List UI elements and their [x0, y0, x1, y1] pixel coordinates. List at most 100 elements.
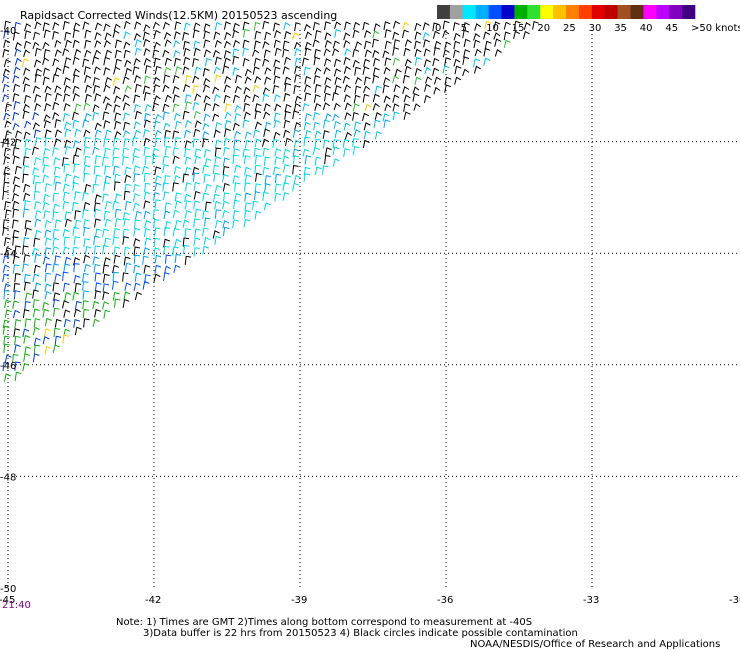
wind-barb: [463, 38, 471, 48]
wind-barbs: [2, 20, 539, 382]
wind-barb: [294, 41, 301, 50]
wind-barb: [384, 103, 392, 112]
wind-barb: [43, 328, 51, 337]
wind-barb: [224, 111, 232, 120]
wind-barb: [172, 209, 180, 218]
wind-barb: [474, 48, 482, 57]
wind-barb: [133, 254, 141, 264]
wind-barb: [302, 57, 309, 67]
wind-barb: [103, 67, 111, 76]
wind-barb: [284, 82, 292, 92]
wind-barb: [34, 181, 42, 191]
wind-barb: [24, 23, 32, 32]
wind-barb: [393, 84, 401, 93]
wind-barb: [122, 235, 130, 245]
wind-barb: [184, 156, 192, 165]
wind-barb: [113, 104, 121, 113]
wind-barb: [433, 86, 441, 95]
wind-barb: [113, 173, 121, 183]
wind-barb: [102, 283, 110, 293]
wind-barb: [132, 66, 140, 75]
wind-barb: [52, 298, 60, 308]
wind-barb: [223, 21, 231, 30]
wind-barb: [44, 247, 52, 257]
wind-barb: [82, 119, 90, 128]
wind-barb: [342, 138, 350, 148]
wind-barb: [392, 46, 400, 56]
wind-barb: [204, 57, 212, 67]
latitude-tick-label: -40: [0, 26, 16, 37]
wind-barb: [374, 85, 382, 94]
wind-barb: [23, 353, 30, 362]
wind-barb: [222, 209, 230, 219]
wind-barb: [303, 66, 311, 76]
wind-barb: [143, 24, 151, 32]
wind-barb: [92, 183, 99, 194]
wind-barb: [83, 254, 91, 264]
wind-barb: [63, 85, 71, 93]
wind-barb: [494, 38, 502, 47]
wind-barb: [223, 226, 230, 236]
wind-barb: [424, 83, 431, 92]
wind-barb: [392, 31, 400, 40]
wind-barb: [124, 59, 132, 67]
wind-barb: [243, 28, 250, 38]
wind-barb: [34, 229, 42, 238]
wind-barb: [243, 155, 251, 165]
wind-barb: [83, 238, 90, 248]
legend-swatch: [488, 5, 502, 19]
wind-barb: [22, 156, 30, 166]
wind-barb: [184, 148, 191, 158]
wind-barb: [424, 66, 432, 75]
wind-barb: [332, 92, 339, 101]
wind-barb: [223, 40, 231, 49]
wind-barb: [193, 190, 201, 200]
wind-barb: [122, 299, 130, 308]
wind-barb: [372, 38, 379, 48]
wind-barb: [132, 155, 139, 164]
legend-swatch: [656, 5, 670, 19]
wind-barb: [42, 308, 50, 318]
wind-barb: [92, 77, 100, 86]
wind-barb: [94, 129, 102, 138]
wind-barb: [14, 57, 22, 66]
wind-barb: [403, 111, 411, 120]
wind-barb: [102, 193, 109, 203]
wind-barb: [33, 190, 40, 201]
wind-barb: [34, 218, 42, 228]
wind-barb: [23, 192, 31, 202]
wind-barb: [54, 138, 62, 147]
wind-barb: [444, 84, 452, 93]
wind-barb: [42, 201, 50, 211]
wind-barb: [414, 48, 422, 57]
wind-barb: [324, 32, 332, 40]
wind-barb: [122, 76, 130, 85]
wind-barb: [2, 68, 10, 77]
wind-barb: [14, 319, 22, 328]
wind-barb: [44, 237, 52, 246]
legend-swatch: [591, 5, 605, 19]
wind-barb: [362, 139, 370, 149]
wind-barb: [113, 86, 121, 95]
wind-barb: [333, 58, 341, 67]
wind-barb: [154, 129, 162, 138]
wind-barb: [203, 236, 211, 246]
wind-barb: [154, 166, 162, 176]
wind-barb: [344, 84, 352, 92]
wind-barb: [15, 130, 22, 139]
wind-barb: [102, 96, 110, 104]
wind-barb: [173, 31, 181, 40]
wind-barb: [4, 309, 12, 318]
wind-barb: [324, 155, 331, 165]
wind-barb: [232, 219, 239, 229]
wind-barb: [122, 94, 130, 102]
wind-barb: [314, 156, 322, 166]
wind-barb: [12, 146, 20, 156]
wind-barb: [232, 29, 240, 39]
wind-barb: [343, 66, 351, 74]
wind-barb: [362, 112, 370, 122]
wind-barb: [143, 210, 151, 219]
wind-barb: [252, 200, 259, 210]
wind-barb: [134, 83, 142, 93]
wind-barb: [303, 121, 311, 131]
